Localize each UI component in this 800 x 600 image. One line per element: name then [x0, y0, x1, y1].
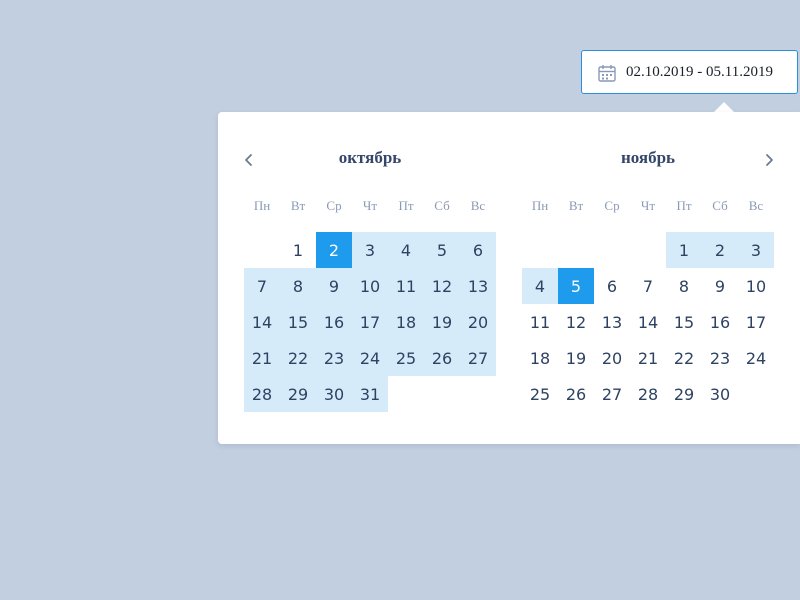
day-cell[interactable]: 4: [388, 232, 424, 268]
day-cell[interactable]: 27: [460, 340, 496, 376]
day-cell[interactable]: 29: [666, 376, 702, 412]
day-cell[interactable]: 16: [702, 304, 738, 340]
day-cell[interactable]: 14: [244, 304, 280, 340]
weekday-label: Вт: [290, 198, 306, 213]
day-cell[interactable]: 22: [280, 340, 316, 376]
weekday-label: Вс: [748, 198, 764, 213]
day-cell[interactable]: 16: [316, 304, 352, 340]
day-cell[interactable]: 26: [424, 340, 460, 376]
weekday-label: Пн: [253, 198, 271, 213]
day-cell[interactable]: 18: [522, 340, 558, 376]
day-cell[interactable]: 6: [460, 232, 496, 268]
day-cell[interactable]: 24: [352, 340, 388, 376]
day-cell[interactable]: 8: [666, 268, 702, 304]
date-range-value: 02.10.2019 - 05.11.2019: [626, 64, 773, 80]
day-cell[interactable]: 20: [460, 304, 496, 340]
weekday-header: Пн Вт Ср Чт Пт Сб Вс: [244, 198, 496, 213]
day-cell[interactable]: 29: [280, 376, 316, 412]
day-cell[interactable]: 17: [738, 304, 774, 340]
day-cell[interactable]: 7: [630, 268, 666, 304]
weekday-label: Ср: [326, 198, 342, 213]
day-cell[interactable]: 3: [352, 232, 388, 268]
day-cell[interactable]: 12: [558, 304, 594, 340]
day-cell[interactable]: 25: [388, 340, 424, 376]
day-cell[interactable]: 15: [666, 304, 702, 340]
day-cell[interactable]: 11: [388, 268, 424, 304]
day-cell[interactable]: 12: [424, 268, 460, 304]
weekday-label: Вс: [470, 198, 486, 213]
day-cell[interactable]: 28: [244, 376, 280, 412]
day-cell[interactable]: 13: [594, 304, 630, 340]
day-cell-selected[interactable]: 2: [316, 232, 352, 268]
weekday-label: Чт: [640, 198, 656, 213]
day-cell[interactable]: 3: [738, 232, 774, 268]
day-cell[interactable]: 2: [702, 232, 738, 268]
day-blank: [630, 232, 666, 268]
month-title: октябрь: [338, 148, 402, 167]
day-cell[interactable]: 14: [630, 304, 666, 340]
day-cell[interactable]: 31: [352, 376, 388, 412]
day-cell[interactable]: 21: [630, 340, 666, 376]
day-cell[interactable]: 10: [738, 268, 774, 304]
weekday-label: Пт: [398, 198, 414, 213]
day-cell[interactable]: 19: [424, 304, 460, 340]
day-blank: [244, 232, 280, 268]
weekday-label: Сб: [712, 198, 728, 213]
weekday-label: Пн: [531, 198, 549, 213]
weekday-label: Сб: [434, 198, 450, 213]
weekday-label: Чт: [362, 198, 378, 213]
day-cell[interactable]: 8: [280, 268, 316, 304]
day-cell[interactable]: 9: [702, 268, 738, 304]
month-title: ноябрь: [620, 148, 676, 167]
day-cell[interactable]: 23: [702, 340, 738, 376]
day-cell[interactable]: 17: [352, 304, 388, 340]
day-cell[interactable]: 19: [558, 340, 594, 376]
day-cell[interactable]: 30: [316, 376, 352, 412]
day-blank: [522, 232, 558, 268]
day-cell[interactable]: 20: [594, 340, 630, 376]
day-cell[interactable]: 11: [522, 304, 558, 340]
weekday-header: Пн Вт Ср Чт Пт Сб Вс: [522, 198, 774, 213]
day-cell[interactable]: 1: [280, 232, 316, 268]
day-cell[interactable]: 13: [460, 268, 496, 304]
day-cell[interactable]: 4: [522, 268, 558, 304]
day-blank: [558, 232, 594, 268]
day-cell[interactable]: 18: [388, 304, 424, 340]
day-cell[interactable]: 10: [352, 268, 388, 304]
weekday-label: Ср: [604, 198, 620, 213]
date-range-input[interactable]: 02.10.2019 - 05.11.2019: [581, 50, 798, 94]
day-cell[interactable]: 30: [702, 376, 738, 412]
popup-arrow: [714, 102, 734, 112]
day-cell[interactable]: 26: [558, 376, 594, 412]
day-cell[interactable]: 23: [316, 340, 352, 376]
day-cell[interactable]: 28: [630, 376, 666, 412]
day-cell[interactable]: 5: [424, 232, 460, 268]
day-cell[interactable]: 24: [738, 340, 774, 376]
day-grid: 1 2 3 4 5 6 7 8 9 10 11 12 13 14 15 16 17 18 19 20 21 22 23 24 2…: [522, 232, 774, 412]
day-cell[interactable]: 15: [280, 304, 316, 340]
day-grid: 1 2 3 4 5 6 7 8 9 10 11 12 13 14 15 16 17 18 19 20 21 22 23 24 2…: [244, 232, 496, 412]
day-cell[interactable]: 9: [316, 268, 352, 304]
day-cell[interactable]: 21: [244, 340, 280, 376]
weekday-label: Вт: [568, 198, 584, 213]
calendar-icon: [598, 64, 616, 82]
day-cell-selected[interactable]: 5: [558, 268, 594, 304]
day-cell[interactable]: 27: [594, 376, 630, 412]
day-cell[interactable]: 7: [244, 268, 280, 304]
day-cell[interactable]: 25: [522, 376, 558, 412]
day-cell[interactable]: 22: [666, 340, 702, 376]
weekday-label: Пт: [676, 198, 692, 213]
day-cell[interactable]: 1: [666, 232, 702, 268]
day-blank: [594, 232, 630, 268]
day-cell[interactable]: 6: [594, 268, 630, 304]
date-picker-popup: октябрь Пн Вт Ср Чт Пт Сб Вс 1 2 3 4 5 6 7 8 9 10…: [218, 112, 800, 444]
